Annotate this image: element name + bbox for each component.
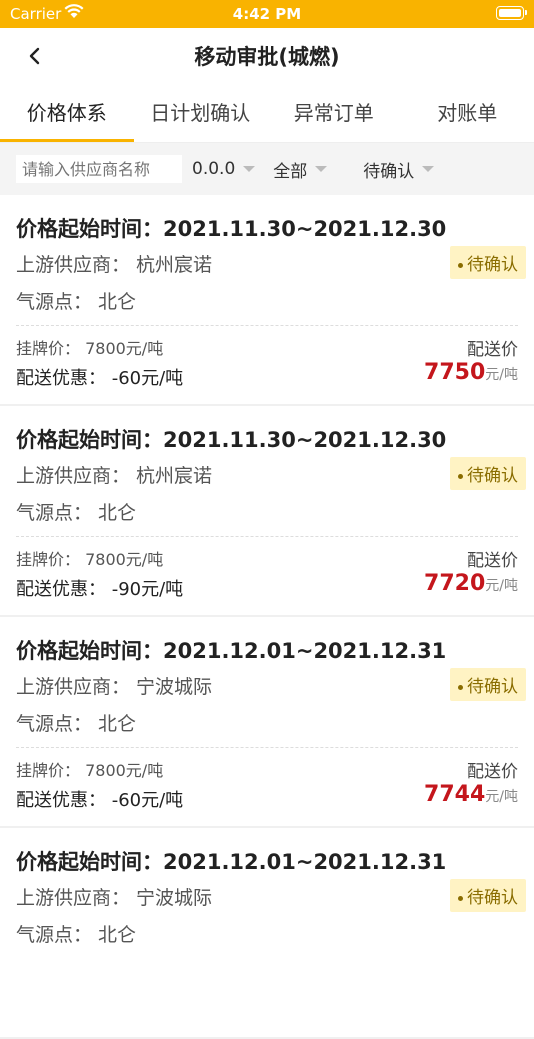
price-card[interactable]: 价格起始时间：2021.12.01~2021.12.31 上游供应商： 宁波城际… <box>0 617 534 828</box>
divider <box>16 325 518 326</box>
status-filter-value: 待确认 <box>363 157 414 182</box>
delivery-price-label: 配送价 <box>467 546 518 571</box>
page-title: 移动审批(城燃) <box>0 41 534 71</box>
status-badge-label: 待确认 <box>467 888 518 908</box>
delivery-price-unit: 元/吨 <box>485 367 518 383</box>
filter-bar: 0.0.0 全部 待确认 <box>0 143 534 195</box>
price-card[interactable]: 价格起始时间：2021.11.30~2021.12.30 上游供应商： 杭州宸诺… <box>0 195 534 406</box>
upstream-supplier: 上游供应商： 杭州宸诺 <box>16 461 212 488</box>
status-bar: Carrier 4:42 PM <box>0 0 534 28</box>
price-filter-value: 0.0.0 <box>192 159 235 179</box>
tab-daily-plan[interactable]: 日计划确认 <box>134 84 268 142</box>
supplier-search-input[interactable] <box>16 155 182 183</box>
dot-icon <box>458 685 463 690</box>
price-start-time: 价格起始时间：2021.11.30~2021.12.30 <box>16 213 446 243</box>
listed-price: 挂牌价： 7800元/吨 <box>16 546 163 570</box>
upstream-supplier: 上游供应商： 杭州宸诺 <box>16 250 212 277</box>
delivery-price: 7744元/吨 <box>424 782 518 807</box>
price-filter[interactable]: 0.0.0 <box>192 159 255 179</box>
delivery-price: 7720元/吨 <box>424 571 518 596</box>
status-badge: 待确认 <box>450 879 526 912</box>
delivery-price-unit: 元/吨 <box>485 578 518 594</box>
delivery-price-label: 配送价 <box>467 335 518 360</box>
status-badge: 待确认 <box>450 668 526 701</box>
delivery-price-unit: 元/吨 <box>485 789 518 805</box>
gas-source: 气源点： 北仑 <box>16 498 136 525</box>
status-badge: 待确认 <box>450 246 526 279</box>
caret-down-icon <box>315 166 327 172</box>
gas-source: 气源点： 北仑 <box>16 287 136 314</box>
status-badge-label: 待确认 <box>467 466 518 486</box>
listed-price: 挂牌价： 7800元/吨 <box>16 335 163 359</box>
tab-abnormal-orders[interactable]: 异常订单 <box>267 84 401 142</box>
dot-icon <box>458 263 463 268</box>
delivery-price-value: 7750 <box>424 360 485 385</box>
tab-bar: 价格体系 日计划确认 异常订单 对账单 <box>0 84 534 143</box>
status-badge-label: 待确认 <box>467 255 518 275</box>
divider <box>16 747 518 748</box>
battery-icon <box>496 6 524 20</box>
dot-icon <box>458 474 463 479</box>
delivery-price-value: 7744 <box>424 782 485 807</box>
upstream-supplier: 上游供应商： 宁波城际 <box>16 883 212 910</box>
gas-source: 气源点： 北仑 <box>16 709 136 736</box>
delivery-discount: 配送优惠： -60元/吨 <box>16 786 183 812</box>
price-start-time: 价格起始时间：2021.12.01~2021.12.31 <box>16 635 446 665</box>
delivery-discount: 配送优惠： -90元/吨 <box>16 575 183 601</box>
clock: 4:42 PM <box>0 5 534 23</box>
price-card[interactable]: 价格起始时间：2021.12.01~2021.12.31 上游供应商： 宁波城际… <box>0 828 534 1039</box>
caret-down-icon <box>243 166 255 172</box>
delivery-price-label: 配送价 <box>467 757 518 782</box>
divider <box>16 536 518 537</box>
gas-source: 气源点： 北仑 <box>16 920 136 947</box>
status-badge: 待确认 <box>450 457 526 490</box>
upstream-supplier: 上游供应商： 宁波城际 <box>16 672 212 699</box>
price-card[interactable]: 价格起始时间：2021.11.30~2021.12.30 上游供应商： 杭州宸诺… <box>0 406 534 617</box>
tab-price-system[interactable]: 价格体系 <box>0 84 134 142</box>
delivery-discount: 配送优惠： -60元/吨 <box>16 364 183 390</box>
tab-statements[interactable]: 对账单 <box>401 84 534 142</box>
nav-bar: 移动审批(城燃) <box>0 28 534 84</box>
listed-price: 挂牌价： 7800元/吨 <box>16 757 163 781</box>
scope-filter[interactable]: 全部 <box>273 157 327 182</box>
dot-icon <box>458 896 463 901</box>
status-badge-label: 待确认 <box>467 677 518 697</box>
status-filter[interactable]: 待确认 <box>363 157 434 182</box>
price-start-time: 价格起始时间：2021.12.01~2021.12.31 <box>16 846 446 876</box>
caret-down-icon <box>422 166 434 172</box>
price-start-time: 价格起始时间：2021.11.30~2021.12.30 <box>16 424 446 454</box>
delivery-price: 7750元/吨 <box>424 360 518 385</box>
scope-filter-value: 全部 <box>273 157 307 182</box>
delivery-price-value: 7720 <box>424 571 485 596</box>
